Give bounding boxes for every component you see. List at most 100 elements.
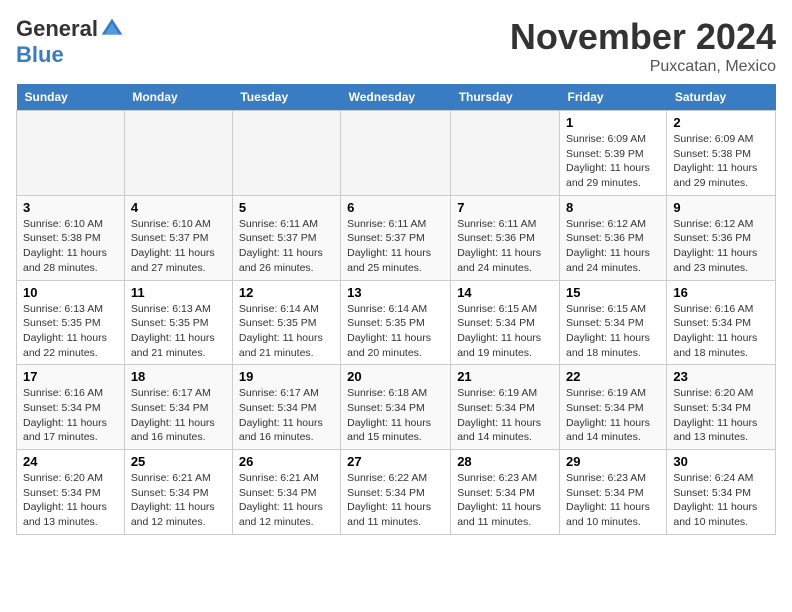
day-number: 19 [239,369,334,384]
day-number: 15 [566,285,660,300]
day-number: 5 [239,200,334,215]
day-info: Sunrise: 6:11 AMSunset: 5:36 PMDaylight:… [457,217,553,276]
day-info: Sunrise: 6:15 AMSunset: 5:34 PMDaylight:… [566,302,660,361]
calendar-week-4: 24 Sunrise: 6:20 AMSunset: 5:34 PMDayligh… [17,450,776,535]
calendar-week-1: 3 Sunrise: 6:10 AMSunset: 5:38 PMDaylight… [17,195,776,280]
header-cell-monday: Monday [124,84,232,111]
day-info: Sunrise: 6:23 AMSunset: 5:34 PMDaylight:… [457,471,553,530]
day-number: 4 [131,200,226,215]
calendar-week-0: 1Sunrise: 6:09 AMSunset: 5:39 PMDaylight… [17,111,776,196]
calendar-cell: 5 Sunrise: 6:11 AMSunset: 5:37 PMDaylight… [232,195,340,280]
day-number: 12 [239,285,334,300]
calendar-cell: 3 Sunrise: 6:10 AMSunset: 5:38 PMDaylight… [17,195,125,280]
header-row: SundayMondayTuesdayWednesdayThursdayFrid… [17,84,776,111]
day-info: Sunrise: 6:09 AMSunset: 5:38 PMDaylight:… [673,132,769,191]
calendar-cell: 24 Sunrise: 6:20 AMSunset: 5:34 PMDayligh… [17,450,125,535]
day-number: 8 [566,200,660,215]
calendar-cell: 18Sunrise: 6:17 AMSunset: 5:34 PMDayligh… [124,365,232,450]
calendar-cell: 25Sunrise: 6:21 AMSunset: 5:34 PMDayligh… [124,450,232,535]
day-number: 22 [566,369,660,384]
day-number: 13 [347,285,444,300]
day-number: 29 [566,454,660,469]
calendar-cell: 6 Sunrise: 6:11 AMSunset: 5:37 PMDaylight… [341,195,451,280]
calendar-cell: 13 Sunrise: 6:14 AMSunset: 5:35 PMDayligh… [341,280,451,365]
day-number: 3 [23,200,118,215]
day-info: Sunrise: 6:21 AMSunset: 5:34 PMDaylight:… [239,471,334,530]
calendar-cell: 12 Sunrise: 6:14 AMSunset: 5:35 PMDayligh… [232,280,340,365]
day-number: 17 [23,369,118,384]
day-info: Sunrise: 6:11 AMSunset: 5:37 PMDaylight:… [347,217,444,276]
day-info: Sunrise: 6:11 AMSunset: 5:37 PMDaylight:… [239,217,334,276]
day-info: Sunrise: 6:10 AMSunset: 5:38 PMDaylight:… [23,217,118,276]
calendar-cell: 14 Sunrise: 6:15 AMSunset: 5:34 PMDayligh… [451,280,560,365]
calendar-cell [341,111,451,196]
day-number: 23 [673,369,769,384]
day-number: 7 [457,200,553,215]
day-number: 2 [673,115,769,130]
calendar-cell: 15 Sunrise: 6:15 AMSunset: 5:34 PMDayligh… [560,280,667,365]
calendar-cell: 7 Sunrise: 6:11 AMSunset: 5:36 PMDaylight… [451,195,560,280]
page-header: General Blue November 2024 Puxcatan, Mex… [16,16,776,76]
header-cell-wednesday: Wednesday [341,84,451,111]
day-info: Sunrise: 6:19 AMSunset: 5:34 PMDaylight:… [566,386,660,445]
day-info: Sunrise: 6:12 AMSunset: 5:36 PMDaylight:… [673,217,769,276]
day-info: Sunrise: 6:18 AMSunset: 5:34 PMDaylight:… [347,386,444,445]
header-cell-sunday: Sunday [17,84,125,111]
day-number: 11 [131,285,226,300]
logo-blue: Blue [16,42,64,68]
header-cell-friday: Friday [560,84,667,111]
title-section: November 2024 Puxcatan, Mexico [510,16,776,76]
day-number: 27 [347,454,444,469]
calendar-cell: 9 Sunrise: 6:12 AMSunset: 5:36 PMDaylight… [667,195,776,280]
calendar-table: SundayMondayTuesdayWednesdayThursdayFrid… [16,84,776,535]
calendar-week-3: 17 Sunrise: 6:16 AMSunset: 5:34 PMDayligh… [17,365,776,450]
calendar-cell: 2 Sunrise: 6:09 AMSunset: 5:38 PMDaylight… [667,111,776,196]
calendar-cell: 1Sunrise: 6:09 AMSunset: 5:39 PMDaylight… [560,111,667,196]
calendar-cell: 10Sunrise: 6:13 AMSunset: 5:35 PMDayligh… [17,280,125,365]
day-number: 14 [457,285,553,300]
day-number: 6 [347,200,444,215]
day-info: Sunrise: 6:17 AMSunset: 5:34 PMDaylight:… [239,386,334,445]
calendar-cell: 27 Sunrise: 6:22 AMSunset: 5:34 PMDayligh… [341,450,451,535]
calendar-cell: 8 Sunrise: 6:12 AMSunset: 5:36 PMDaylight… [560,195,667,280]
header-cell-saturday: Saturday [667,84,776,111]
logo-icon [100,17,124,41]
calendar-cell: 28 Sunrise: 6:23 AMSunset: 5:34 PMDayligh… [451,450,560,535]
calendar-cell [232,111,340,196]
day-info: Sunrise: 6:16 AMSunset: 5:34 PMDaylight:… [673,302,769,361]
calendar-cell: 21Sunrise: 6:19 AMSunset: 5:34 PMDayligh… [451,365,560,450]
calendar-cell: 23Sunrise: 6:20 AMSunset: 5:34 PMDayligh… [667,365,776,450]
day-number: 16 [673,285,769,300]
day-info: Sunrise: 6:14 AMSunset: 5:35 PMDaylight:… [347,302,444,361]
day-number: 28 [457,454,553,469]
day-number: 1 [566,115,660,130]
calendar-cell: 26Sunrise: 6:21 AMSunset: 5:34 PMDayligh… [232,450,340,535]
day-info: Sunrise: 6:20 AMSunset: 5:34 PMDaylight:… [23,471,118,530]
day-number: 21 [457,369,553,384]
day-number: 20 [347,369,444,384]
calendar-cell [451,111,560,196]
calendar-week-2: 10Sunrise: 6:13 AMSunset: 5:35 PMDayligh… [17,280,776,365]
day-number: 10 [23,285,118,300]
day-number: 24 [23,454,118,469]
day-number: 30 [673,454,769,469]
month-title: November 2024 [510,16,776,58]
calendar-cell: 22 Sunrise: 6:19 AMSunset: 5:34 PMDayligh… [560,365,667,450]
calendar-cell: 30 Sunrise: 6:24 AMSunset: 5:34 PMDayligh… [667,450,776,535]
calendar-cell: 19 Sunrise: 6:17 AMSunset: 5:34 PMDayligh… [232,365,340,450]
calendar-cell: 4Sunrise: 6:10 AMSunset: 5:37 PMDaylight… [124,195,232,280]
day-number: 9 [673,200,769,215]
day-info: Sunrise: 6:15 AMSunset: 5:34 PMDaylight:… [457,302,553,361]
day-info: Sunrise: 6:22 AMSunset: 5:34 PMDaylight:… [347,471,444,530]
day-number: 18 [131,369,226,384]
day-info: Sunrise: 6:12 AMSunset: 5:36 PMDaylight:… [566,217,660,276]
calendar-cell [17,111,125,196]
calendar-cell: 16 Sunrise: 6:16 AMSunset: 5:34 PMDayligh… [667,280,776,365]
day-info: Sunrise: 6:16 AMSunset: 5:34 PMDaylight:… [23,386,118,445]
calendar-cell: 20 Sunrise: 6:18 AMSunset: 5:34 PMDayligh… [341,365,451,450]
logo: General Blue [16,16,124,68]
calendar-cell [124,111,232,196]
day-info: Sunrise: 6:23 AMSunset: 5:34 PMDaylight:… [566,471,660,530]
day-info: Sunrise: 6:24 AMSunset: 5:34 PMDaylight:… [673,471,769,530]
day-info: Sunrise: 6:14 AMSunset: 5:35 PMDaylight:… [239,302,334,361]
